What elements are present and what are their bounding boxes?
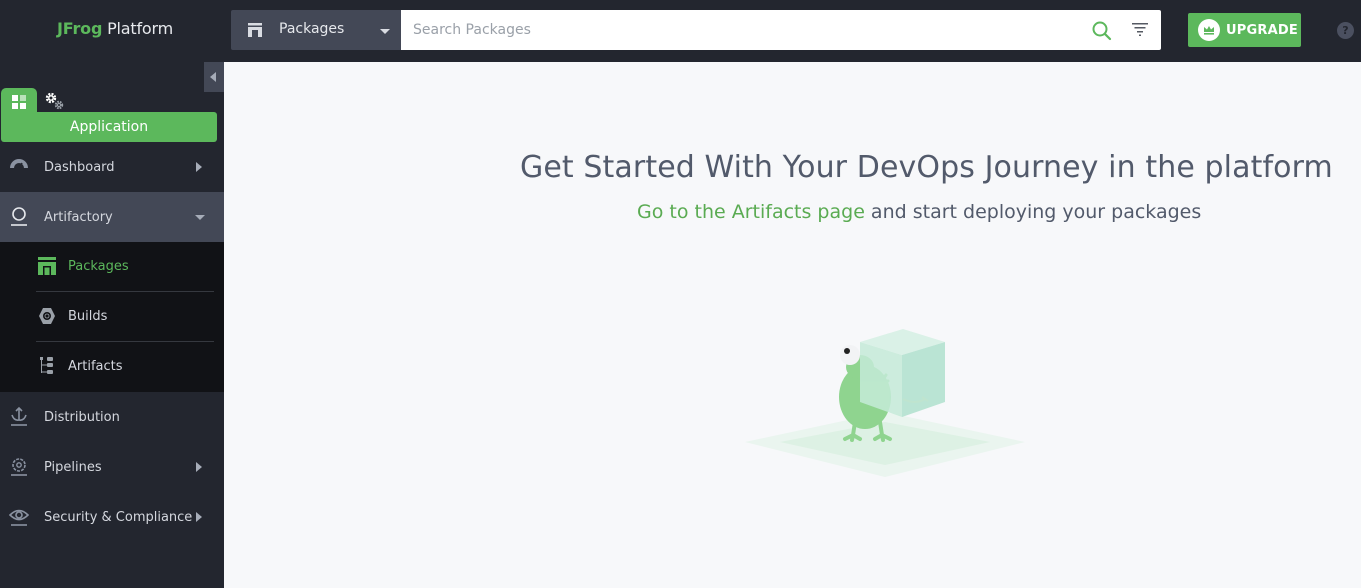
sidebar-item-dashboard[interactable]: Dashboard — [0, 142, 224, 192]
help-icon[interactable]: ? — [1337, 22, 1354, 39]
chevron-right-icon — [196, 462, 202, 472]
sidebar-item-distribution[interactable]: Distribution — [0, 392, 224, 442]
sidebar-item-label: Security & Compliance — [44, 509, 193, 525]
chevron-right-icon — [196, 512, 202, 522]
subline-text: and start deploying your packages — [864, 201, 1202, 223]
sidebar-item-label: Distribution — [44, 409, 120, 425]
sidebar-item-packages[interactable]: Packages — [0, 242, 224, 292]
artifacts-page-link[interactable]: Go to the Artifacts page — [637, 201, 865, 223]
gears-icon — [45, 92, 64, 110]
sidebar-item-builds[interactable]: Builds — [0, 292, 224, 342]
builds-icon — [39, 308, 55, 324]
chevron-right-icon — [196, 162, 202, 172]
search-scope-dropdown[interactable]: Packages — [231, 10, 401, 50]
crown-icon — [1198, 19, 1220, 41]
sidebar-item-label: Dashboard — [44, 159, 115, 175]
search-input[interactable] — [401, 10, 1161, 50]
upgrade-label: UPGRADE — [1226, 22, 1298, 38]
logo-brand: JFrog — [57, 19, 103, 38]
sidebar-item-security-compliance[interactable]: Security & Compliance — [0, 492, 224, 542]
sidebar-item-pipelines[interactable]: Pipelines — [0, 442, 224, 492]
page-subline: Go to the Artifacts page and start deplo… — [637, 201, 1201, 223]
sidebar-subitem-label: Builds — [68, 309, 108, 324]
frog-illustration — [745, 329, 1025, 477]
collapse-sidebar-button[interactable] — [204, 62, 224, 92]
sidebar-subitem-label: Artifacts — [68, 359, 123, 374]
packages-icon — [38, 257, 56, 275]
search-icon[interactable] — [1091, 20, 1113, 42]
filter-icon[interactable] — [1131, 21, 1149, 37]
sidebar: Application Dashboard Artifactory Packag… — [0, 62, 224, 588]
grid-icon — [12, 95, 26, 109]
distribution-icon — [11, 406, 27, 426]
page-headline: Get Started With Your DevOps Journey in … — [520, 150, 1333, 185]
artifactory-icon — [11, 207, 27, 226]
global-search: Packages — [231, 10, 1161, 50]
upgrade-button[interactable]: UPGRADE — [1188, 13, 1301, 47]
sidebar-subitem-label: Packages — [68, 259, 129, 274]
eye-icon — [9, 509, 29, 526]
main-content: Get Started With Your DevOps Journey in … — [224, 62, 1361, 588]
cube — [860, 329, 945, 417]
sidebar-item-label: Pipelines — [44, 459, 102, 475]
sidebar-item-artifactory[interactable]: Artifactory — [0, 192, 224, 242]
tab-administration[interactable] — [43, 90, 69, 112]
tree-icon — [40, 357, 53, 374]
packages-icon — [248, 23, 262, 37]
sidebar-item-label: Artifactory — [44, 209, 113, 225]
tab-application[interactable] — [1, 88, 37, 114]
pipelines-icon — [11, 458, 27, 476]
gauge-icon — [10, 159, 28, 169]
artifactory-subnav: Packages Builds Artifacts — [0, 242, 224, 392]
chevron-down-icon — [195, 215, 205, 220]
chevron-down-icon — [380, 29, 390, 34]
sidebar-nav: Dashboard Artifactory Packages Builds Ar… — [0, 142, 224, 542]
logo-product: Platform — [107, 19, 173, 38]
mode-label: Application — [1, 112, 217, 142]
top-bar: JFrog Platform Packages Search Packages … — [0, 0, 1361, 62]
sidebar-item-artifacts[interactable]: Artifacts — [0, 342, 224, 392]
jfrog-logo[interactable]: JFrog Platform — [57, 19, 173, 38]
search-scope-label: Packages — [279, 21, 345, 37]
